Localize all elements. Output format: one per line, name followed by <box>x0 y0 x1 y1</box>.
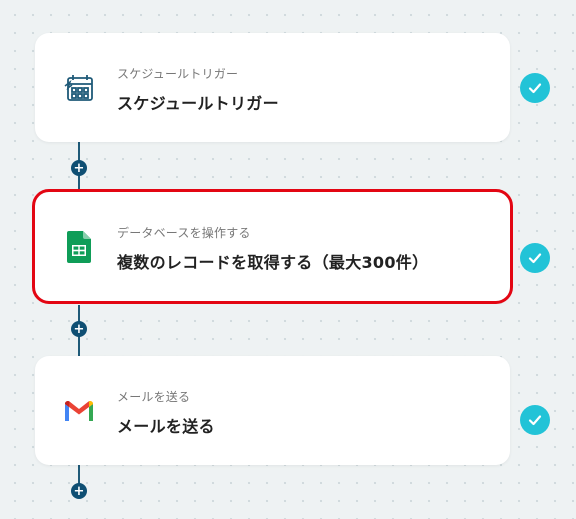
step-title: メールを送る <box>117 417 215 436</box>
calendar-clock-icon <box>61 70 97 106</box>
check-icon <box>520 73 550 103</box>
add-step-button[interactable]: + <box>71 483 87 499</box>
check-icon <box>520 243 550 273</box>
step-card-get-records[interactable]: データベースを操作する 複数のレコードを取得する（最大300件） <box>32 189 513 304</box>
step-card-send-mail[interactable]: メールを送る メールを送る <box>35 356 510 465</box>
add-step-button[interactable]: + <box>71 160 87 176</box>
check-icon <box>520 405 550 435</box>
add-step-button[interactable]: + <box>71 321 87 337</box>
step-card-schedule-trigger[interactable]: スケジュールトリガー スケジュールトリガー <box>35 33 510 142</box>
google-sheets-icon <box>61 229 97 265</box>
step-title: 複数のレコードを取得する（最大300件） <box>117 253 429 272</box>
step-title: スケジュールトリガー <box>117 94 279 113</box>
step-subtitle: スケジュールトリガー <box>117 67 239 81</box>
step-subtitle: データベースを操作する <box>117 226 251 240</box>
step-subtitle: メールを送る <box>117 390 191 404</box>
gmail-icon <box>61 393 97 429</box>
